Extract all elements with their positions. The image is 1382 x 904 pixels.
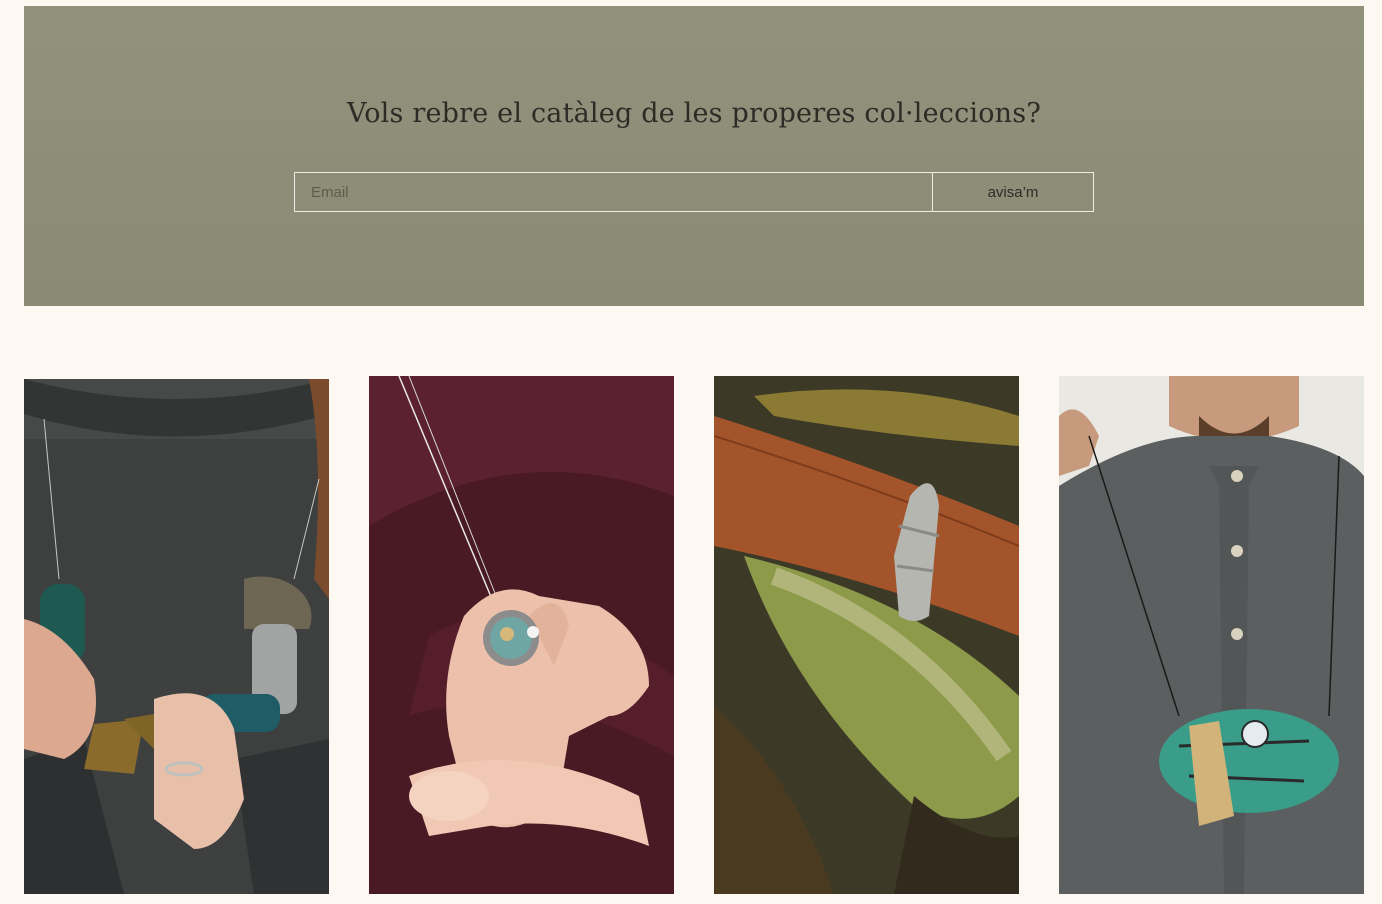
product-gallery (24, 376, 1364, 894)
gallery-photo-twig-ring[interactable] (714, 376, 1019, 894)
subscribe-form: avisa’m (294, 172, 1094, 212)
photo-round-pendant-image (369, 376, 674, 894)
gallery-photo-necklace-geometric[interactable] (24, 379, 329, 894)
photo-turquoise-pendant-image (1059, 376, 1364, 894)
email-input[interactable] (295, 173, 933, 211)
newsletter-title: Vols rebre el catàleg de les properes co… (346, 98, 1042, 129)
gallery-photo-turquoise-pendant[interactable] (1059, 376, 1364, 894)
notify-me-button[interactable]: avisa’m (933, 173, 1093, 211)
gallery-photo-round-pendant[interactable] (369, 376, 674, 894)
newsletter-section: Vols rebre el catàleg de les properes co… (24, 6, 1364, 306)
photo-twig-ring-image (714, 376, 1019, 894)
photo-necklace-geometric-image (24, 379, 329, 894)
